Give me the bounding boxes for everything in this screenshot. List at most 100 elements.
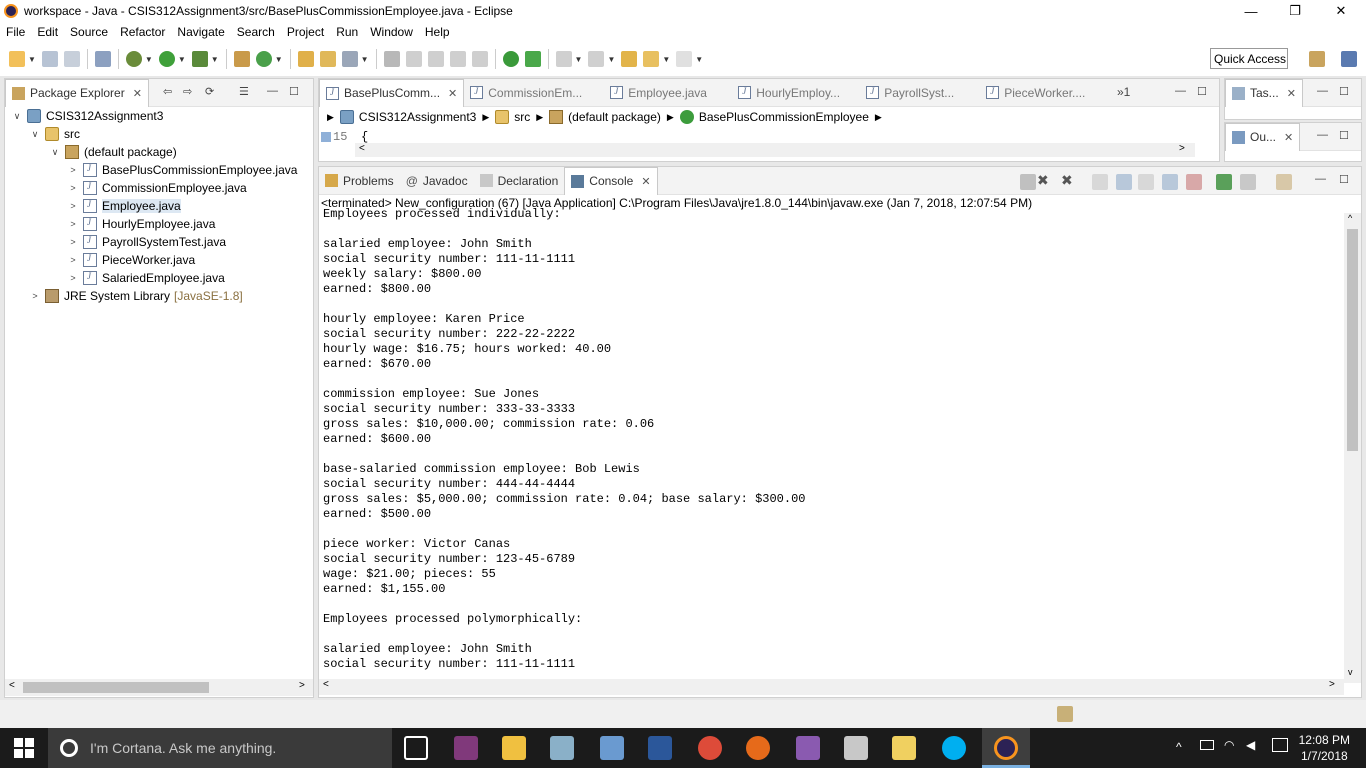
windows-start-icon[interactable] xyxy=(14,738,34,758)
menu-window[interactable]: Window xyxy=(364,22,419,42)
winrar-icon[interactable] xyxy=(796,736,820,760)
new-class-dropdown-icon[interactable]: ▼ xyxy=(275,55,283,64)
menu-run[interactable]: Run xyxy=(330,22,364,42)
collapsed-icon[interactable]: > xyxy=(67,219,79,229)
new-dropdown-icon[interactable]: ▼ xyxy=(28,55,36,64)
tab-editor-active[interactable]: BasePlusComm... ✕ xyxy=(319,78,465,107)
search-icon[interactable] xyxy=(341,51,358,67)
scroll-left-icon[interactable]: < xyxy=(323,679,329,690)
menu-project[interactable]: Project xyxy=(281,22,330,42)
scroll-right-icon[interactable]: > xyxy=(1329,679,1335,690)
back-icon[interactable] xyxy=(643,51,660,67)
next-annotation-icon[interactable] xyxy=(555,51,572,67)
display-selected-console-icon[interactable] xyxy=(1240,174,1256,190)
tree-row-file[interactable]: > HourlyEmployee.java xyxy=(67,215,215,233)
quick-access-input[interactable] xyxy=(1210,48,1288,69)
breadcrumb-project[interactable]: CSIS312Assignment3 xyxy=(359,110,476,124)
menu-help[interactable]: Help xyxy=(419,22,456,42)
tab-editor[interactable]: Employee.java xyxy=(604,79,732,107)
scroll-left-icon[interactable]: < xyxy=(9,680,15,691)
scrollbar-thumb[interactable] xyxy=(23,682,209,693)
forward-icon[interactable] xyxy=(676,51,693,67)
collapsed-icon[interactable]: > xyxy=(67,255,79,265)
collapsed-icon[interactable]: > xyxy=(67,201,79,211)
sticky-notes-icon[interactable] xyxy=(892,736,916,760)
skype-icon[interactable] xyxy=(942,736,966,760)
expanded-icon[interactable]: ∨ xyxy=(29,129,41,140)
volume-icon[interactable]: ◀ xyxy=(1246,738,1255,752)
restore-button[interactable]: ❐ xyxy=(1272,0,1318,22)
debug-icon[interactable] xyxy=(125,51,142,67)
tab-console[interactable]: Console ✕ xyxy=(564,166,658,195)
terminate-relaunch-icon[interactable] xyxy=(524,51,541,67)
menu-search[interactable]: Search xyxy=(231,22,281,42)
back-dropdown-icon[interactable]: ▼ xyxy=(662,55,670,64)
close-icon[interactable]: ✕ xyxy=(1284,131,1293,144)
toggle-mark-occurrences-icon[interactable] xyxy=(383,51,400,67)
battery-icon[interactable] xyxy=(1200,740,1214,750)
toggle-block-selection-icon[interactable] xyxy=(405,51,422,67)
link-editor-icon[interactable]: ⟳ xyxy=(205,85,214,98)
menu-file[interactable]: File xyxy=(0,22,31,42)
new-java-class-icon[interactable] xyxy=(255,51,272,67)
tree-row-project[interactable]: ∨ CSIS312Assignment3 xyxy=(11,107,163,125)
external-tools-dropdown-icon[interactable]: ▼ xyxy=(211,55,219,64)
maximize-view-icon[interactable]: ☐ xyxy=(289,85,299,98)
previous-annotation-dropdown-icon[interactable]: ▼ xyxy=(607,55,615,64)
open-task-icon[interactable] xyxy=(319,51,336,67)
show-hidden-icons-icon[interactable]: ^ xyxy=(1176,740,1182,754)
tree-row-file[interactable]: > CommissionEmployee.java xyxy=(67,179,247,197)
open-type-icon[interactable] xyxy=(297,51,314,67)
back-nav-icon[interactable]: ⇦ xyxy=(163,85,172,98)
scroll-down-icon[interactable]: v xyxy=(1348,667,1353,677)
remove-all-terminated-icon[interactable]: ✖ xyxy=(1061,172,1073,189)
next-annotation-dropdown-icon[interactable]: ▼ xyxy=(575,55,583,64)
scroll-lock-icon[interactable] xyxy=(1116,174,1132,190)
tab-package-explorer[interactable]: Package Explorer ✕ xyxy=(5,78,149,107)
eclipse-taskbar-button[interactable] xyxy=(982,728,1030,768)
collapsed-icon[interactable]: > xyxy=(29,291,41,301)
file-explorer-icon[interactable] xyxy=(502,736,526,760)
tree-row-file[interactable]: > PieceWorker.java xyxy=(67,251,195,269)
open-console-icon[interactable] xyxy=(1276,174,1292,190)
console-horizontal-scrollbar[interactable]: < > xyxy=(319,679,1344,695)
save-all-icon[interactable] xyxy=(63,51,80,67)
maximize-view-icon[interactable]: ☐ xyxy=(1339,129,1349,142)
pin-console-icon[interactable] xyxy=(1216,174,1232,190)
collapsed-icon[interactable]: > xyxy=(67,165,79,175)
collapsed-icon[interactable]: > xyxy=(67,273,79,283)
word-wrap-icon[interactable] xyxy=(1138,174,1154,190)
scrollbar-thumb[interactable] xyxy=(1347,229,1358,451)
new-java-project-icon[interactable] xyxy=(233,51,250,67)
debug-dropdown-icon[interactable]: ▼ xyxy=(145,55,153,64)
app-icon[interactable] xyxy=(600,736,624,760)
minimize-view-icon[interactable]: — xyxy=(1175,85,1186,97)
taskbar-clock[interactable]: 12:08 PM 1/7/2018 xyxy=(1299,732,1350,764)
word-wrap-icon[interactable] xyxy=(449,51,466,67)
scroll-up-icon[interactable]: ^ xyxy=(1348,213,1352,223)
minimize-view-icon[interactable]: — xyxy=(1317,129,1328,141)
tab-editor[interactable]: HourlyEmploy... xyxy=(732,79,860,107)
app-icon[interactable] xyxy=(844,736,868,760)
paint-icon[interactable] xyxy=(550,736,574,760)
minimize-button[interactable]: — xyxy=(1228,0,1274,22)
maximize-view-icon[interactable]: ☐ xyxy=(1197,85,1207,98)
clear-console-icon[interactable] xyxy=(1092,174,1108,190)
cortana-search-box[interactable]: I'm Cortana. Ask me anything. xyxy=(48,728,392,768)
minimize-view-icon[interactable]: — xyxy=(267,85,278,97)
tree-row-file[interactable]: > SalariedEmployee.java xyxy=(67,269,225,287)
tab-javadoc[interactable]: @ Javadoc xyxy=(400,167,474,195)
close-icon[interactable]: ✕ xyxy=(448,87,457,100)
tab-declaration[interactable]: Declaration xyxy=(474,167,565,195)
last-edit-location-icon[interactable] xyxy=(621,51,638,67)
run-dropdown-icon[interactable]: ▼ xyxy=(178,55,186,64)
menu-edit[interactable]: Edit xyxy=(31,22,64,42)
more-tabs-button[interactable]: »1 xyxy=(1117,85,1130,99)
firefox-icon[interactable] xyxy=(746,736,770,760)
open-perspective-icon[interactable] xyxy=(1309,51,1325,67)
tab-editor[interactable]: PayrollSyst... xyxy=(860,79,980,107)
search-dropdown-icon[interactable]: ▼ xyxy=(361,55,369,64)
wifi-icon[interactable]: ◠ xyxy=(1224,738,1234,752)
tab-editor[interactable]: PieceWorker.... xyxy=(980,79,1100,107)
remove-launch-icon[interactable]: ✖ xyxy=(1037,172,1049,189)
